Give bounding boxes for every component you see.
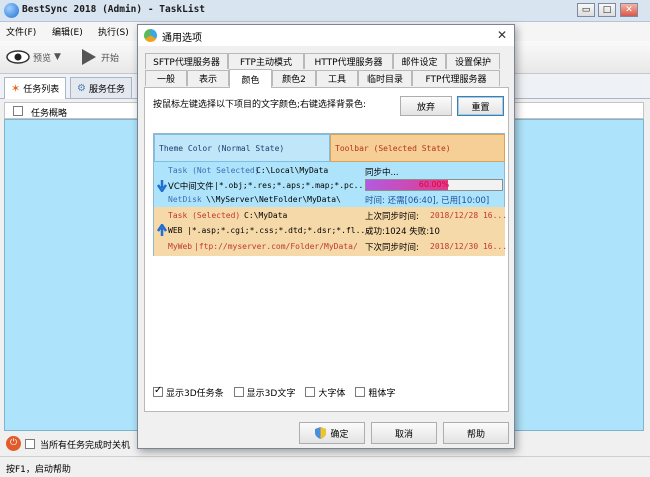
window-titlebar: BestSync 2018 (Admin) - TaskList ▭ □ ✕: [0, 0, 650, 22]
netdisk-path[interactable]: \\MyServer\NetFolder\MyData\: [206, 195, 341, 204]
myweb-path[interactable]: |ftp://myserver.com/Folder/MyData/: [194, 242, 358, 251]
start-label: 开始: [101, 53, 120, 64]
task-normal-label[interactable]: Task (Not Selected): [168, 166, 260, 175]
next-sync-value[interactable]: 2018/12/30 16...: [430, 242, 507, 251]
tab-tools[interactable]: 工具: [316, 70, 358, 86]
select-all-checkbox[interactable]: [13, 106, 23, 116]
star-icon: ✶: [11, 82, 21, 95]
netdisk-label[interactable]: NetDisk: [168, 195, 202, 204]
web-filter[interactable]: |*.asp;*.cgi;*.css;*.dtd;*.dsr;*.fl...: [187, 226, 370, 235]
dialog-icon: [144, 29, 157, 42]
dialog-close-button[interactable]: ✕: [494, 27, 510, 43]
theme-selected-swatch[interactable]: Toolbar (Selected State): [330, 134, 505, 162]
theme-normal-label: Theme Color (Normal State): [159, 144, 285, 153]
success-fail-text[interactable]: 成功:1024 失败:10: [365, 225, 440, 237]
option-large-font-label: 大字体: [318, 388, 346, 399]
tab-color2[interactable]: 颜色2: [272, 70, 316, 86]
tab-task-list[interactable]: ✶ 任务列表: [4, 77, 67, 99]
tab-service-tasks[interactable]: ⚙ 服务任务: [70, 77, 132, 98]
tab-color[interactable]: 颜色: [229, 69, 272, 88]
tab-service-tasks-label: 服务任务: [88, 84, 125, 95]
option-3d-taskbar[interactable]: 显示3D任务条: [153, 385, 224, 399]
tab-general[interactable]: 一般: [145, 70, 187, 86]
tab-ftp-active[interactable]: FTP主动模式: [228, 53, 304, 69]
menu-edit[interactable]: 编辑(E): [52, 25, 83, 38]
tab-temp-dir[interactable]: 临时目录: [358, 70, 412, 86]
color-preview: Theme Color (Normal State) Toolbar (Sele…: [153, 133, 507, 256]
last-sync-value[interactable]: 2018/12/28 16...: [430, 211, 507, 220]
service-icon: ⚙: [77, 82, 86, 94]
progress-text: 60.00%: [418, 180, 450, 189]
shutdown-checkbox[interactable]: [25, 439, 35, 449]
time-remaining-text[interactable]: 时间: 还需[06:40], 已用[10:00]: [365, 194, 489, 206]
shutdown-label: 当所有任务完成时关机: [40, 441, 131, 451]
sync-status-text[interactable]: 同步中...: [365, 166, 399, 178]
tab-ftp-proxy[interactable]: FTP代理服务器: [412, 70, 500, 86]
start-button[interactable]: 开始: [80, 45, 119, 69]
tab-mail-settings[interactable]: 邮件设定: [393, 53, 446, 69]
progress-bar[interactable]: 60.00%: [365, 179, 503, 191]
discard-button[interactable]: 放弃: [400, 96, 452, 116]
maximize-button[interactable]: □: [598, 3, 616, 17]
vc-filter[interactable]: |*.obj;*.res;*.aps;*.map;*.pc...: [214, 181, 368, 190]
down-arrow-icon: [157, 180, 167, 192]
ok-button[interactable]: 确定: [299, 422, 365, 444]
tab-display[interactable]: 表示: [187, 70, 229, 86]
option-3d-taskbar-label: 显示3D任务条: [166, 388, 224, 399]
color-tab-panel: 按鼠标左键选择以下项目的文字颜色;右键选择背景色: 放弃 重置 Theme Co…: [144, 87, 509, 412]
minimize-button[interactable]: ▭: [577, 3, 595, 17]
dialog-title: 通用选项: [162, 33, 202, 44]
option-large-font[interactable]: 大字体: [305, 386, 345, 399]
menu-execute[interactable]: 执行(S): [98, 25, 129, 38]
help-button[interactable]: 帮助: [443, 422, 509, 444]
shield-icon: [315, 427, 327, 439]
display-options: 显示3D任务条 显示3D文字 大字体 粗体字: [153, 385, 401, 399]
option-bold-font-checkbox[interactable]: [355, 387, 366, 397]
option-bold-font[interactable]: 粗体字: [355, 386, 395, 399]
tab-task-list-label: 任务列表: [23, 85, 60, 95]
option-large-font-checkbox[interactable]: [305, 387, 316, 397]
status-bar: 按F1，启动帮助: [0, 456, 650, 477]
theme-selected-label: Toolbar (Selected State): [335, 144, 451, 153]
eye-icon: [6, 50, 30, 64]
option-bold-font-label: 粗体字: [368, 388, 396, 399]
option-3d-text-label: 显示3D文字: [246, 388, 296, 399]
vc-label[interactable]: VC中间文件: [168, 180, 214, 192]
play-icon: [82, 49, 96, 65]
next-sync-label[interactable]: 下次同步时间:: [365, 241, 419, 253]
reset-button[interactable]: 重置: [457, 96, 504, 116]
myweb-label[interactable]: MyWeb: [168, 242, 192, 251]
general-options-dialog: 通用选项 ✕ SFTP代理服务器 FTP主动模式 HTTP代理服务器 邮件设定 …: [137, 24, 515, 449]
task-normal-path[interactable]: C:\Local\MyData: [256, 166, 328, 175]
window-title: BestSync 2018 (Admin) - TaskList: [22, 4, 206, 15]
web-label[interactable]: WEB: [168, 226, 182, 235]
last-sync-label[interactable]: 上次同步时间:: [365, 210, 419, 222]
chevron-down-icon: ▼: [54, 52, 61, 62]
tab-protection[interactable]: 设置保护: [446, 53, 500, 69]
menu-file[interactable]: 文件(F): [6, 25, 36, 38]
task-selected-label[interactable]: Task (Selected): [168, 211, 240, 220]
preview-label: 预览: [33, 53, 52, 64]
ok-label: 确定: [330, 429, 349, 440]
theme-normal-swatch[interactable]: Theme Color (Normal State): [154, 134, 330, 162]
option-3d-taskbar-checkbox[interactable]: [153, 385, 163, 397]
tab-sftp-proxy[interactable]: SFTP代理服务器: [145, 53, 228, 69]
preview-button[interactable]: 预览 ▼: [6, 45, 61, 69]
power-icon[interactable]: ⏻: [6, 436, 21, 451]
tab-http-proxy[interactable]: HTTP代理服务器: [304, 53, 393, 69]
option-3d-text-checkbox[interactable]: [233, 387, 244, 397]
task-selected-path[interactable]: C:\MyData: [244, 211, 287, 220]
app-logo-icon: [4, 3, 19, 18]
task-summary-column[interactable]: 任务概略: [31, 106, 67, 119]
up-arrow-icon: [157, 224, 167, 236]
cancel-button[interactable]: 取消: [371, 422, 437, 444]
close-button[interactable]: ✕: [620, 3, 638, 17]
instruction-text: 按鼠标左键选择以下项目的文字颜色;右键选择背景色:: [153, 100, 367, 110]
option-3d-text[interactable]: 显示3D文字: [233, 386, 296, 399]
selected-task-row[interactable]: Task (Selected) C:\MyData 上次同步时间: 2018/1…: [154, 207, 507, 256]
dialog-titlebar: 通用选项 ✕: [138, 25, 514, 46]
status-text: 按F1，启动帮助: [6, 465, 71, 475]
